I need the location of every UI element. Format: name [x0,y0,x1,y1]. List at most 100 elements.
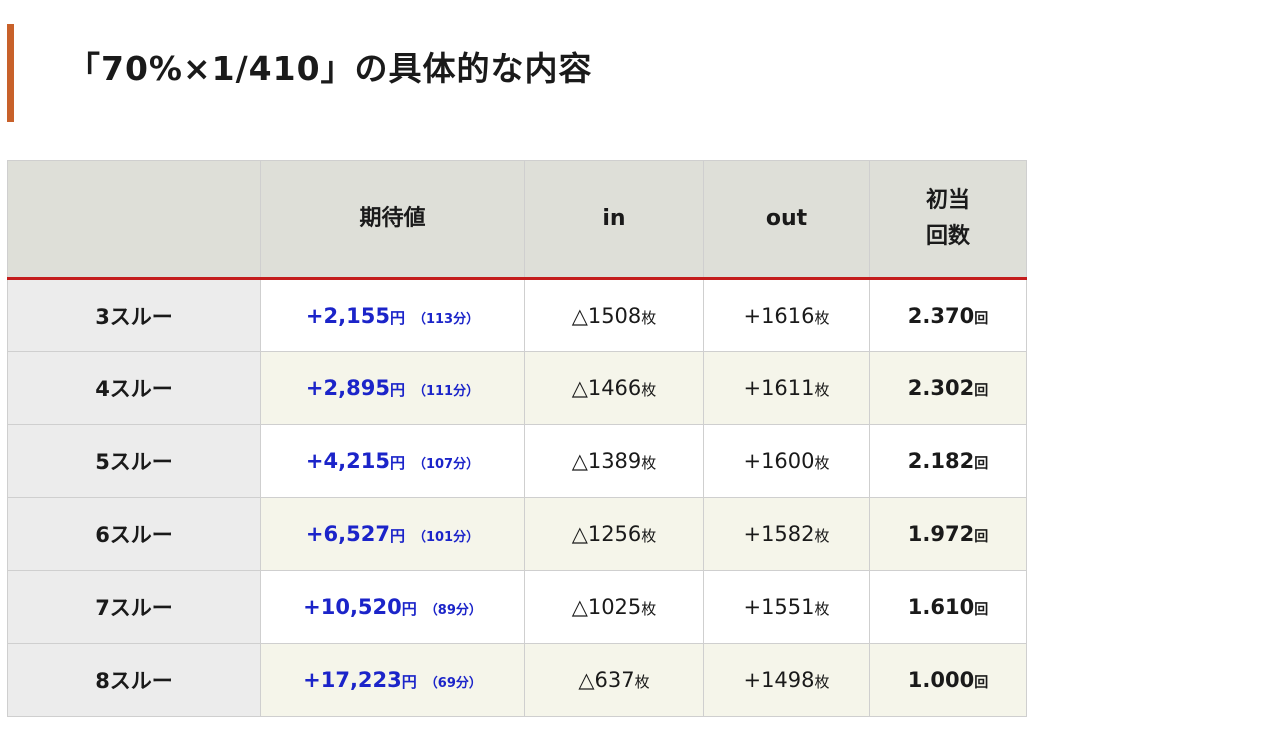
out-unit: 枚 [814,381,830,399]
section-heading: 「70%×1/410」の具体的な内容 [7,24,907,122]
expected-value: +2,155円 （113分） [306,304,479,328]
out-amount: +1600 [743,449,815,473]
row-label: 4スルー [7,351,261,425]
table-row: 5スルー +4,215円 （107分） △1389枚 +1600枚 2.182回 [7,424,1027,498]
hit-count-unit: 回 [974,602,989,618]
out-cell: +1616枚 [703,278,870,352]
hit-count-amount: 2.302 [907,376,975,400]
in-cell: △637枚 [524,643,704,717]
hit-count-cell: 2.182回 [869,424,1027,498]
hit-count-cell: 2.370回 [869,278,1027,352]
in-cell: △1256枚 [524,497,704,571]
hit-count-unit: 回 [974,383,989,399]
row-label: 3スルー [7,278,261,352]
expected-value: +17,223円 （69分） [303,668,482,692]
hit-count-value: 1.610回 [908,595,988,619]
header-hit-count: 初当 回数 [869,160,1027,280]
table-row: 7スルー +10,520円 （89分） △1025枚 +1551枚 1.610回 [7,570,1027,644]
expected-value: +4,215円 （107分） [306,449,479,473]
expected-value-amount: +10,520 [303,595,402,619]
expected-value-minutes: （111分） [412,384,480,399]
expected-value-unit: 円 [401,600,417,618]
expected-value-cell: +6,527円 （101分） [260,497,525,571]
row-label: 7スルー [7,570,261,644]
in-value: △1389枚 [572,449,657,473]
hit-count-unit: 回 [974,456,989,472]
expected-value-unit: 円 [389,454,405,472]
expected-value-unit: 円 [389,527,405,545]
expected-value-cell: +2,155円 （113分） [260,278,525,352]
page: 「70%×1/410」の具体的な内容 期待値 in out 初当 回数 3スルー… [0,0,1280,731]
hit-count-value: 2.182回 [908,449,988,473]
in-value: △637枚 [578,668,649,692]
out-cell: +1600枚 [703,424,870,498]
header-in: in [524,160,704,280]
in-unit: 枚 [634,673,650,691]
in-amount: △1256 [571,522,642,546]
in-value: △1256枚 [572,522,657,546]
expected-value-amount: +6,527 [305,522,390,546]
out-value: +1611枚 [743,376,829,400]
out-unit: 枚 [814,527,830,545]
expected-value-amount: +2,155 [305,303,390,328]
out-amount: +1582 [743,522,815,546]
in-amount: △1466 [571,376,642,400]
table-row: 8スルー +17,223円 （69分） △637枚 +1498枚 1.000回 [7,643,1027,717]
out-value: +1498枚 [743,668,829,692]
out-cell: +1611枚 [703,351,870,425]
expected-value: +6,527円 （101分） [306,522,479,546]
in-amount: △1025 [571,595,642,619]
in-amount: △1389 [571,449,642,473]
expected-value-unit: 円 [401,673,417,691]
in-value: △1025枚 [572,595,657,619]
hit-count-amount: 2.182 [907,449,975,473]
expected-value-cell: +2,895円 （111分） [260,351,525,425]
in-value: △1508枚 [572,304,657,328]
expected-value-minutes: （113分） [412,311,480,327]
hit-count-value: 1.000回 [908,668,988,692]
hit-count-unit: 回 [974,310,989,327]
row-label: 5スルー [7,424,261,498]
expected-value-unit: 円 [389,381,405,399]
hit-count-value: 2.302回 [908,376,988,400]
hit-count-amount: 1.972 [907,522,975,546]
in-unit: 枚 [641,308,657,327]
in-value: △1466枚 [572,376,657,400]
hit-count-value: 1.972回 [908,522,988,546]
expected-value: +10,520円 （89分） [303,595,482,619]
out-value: +1551枚 [743,595,829,619]
in-unit: 枚 [641,600,657,618]
section-title: 「70%×1/410」の具体的な内容 [67,49,593,88]
in-cell: △1508枚 [524,278,704,352]
expected-value-minutes: （101分） [412,530,480,545]
hit-count-cell: 1.972回 [869,497,1027,571]
hit-count-value: 2.370回 [908,304,988,328]
out-value: +1600枚 [743,449,829,473]
out-amount: +1551 [743,595,815,619]
out-cell: +1582枚 [703,497,870,571]
header-out: out [703,160,870,280]
table-row: 6スルー +6,527円 （101分） △1256枚 +1582枚 1.972回 [7,497,1027,571]
hit-count-unit: 回 [974,675,989,691]
hit-count-cell: 2.302回 [869,351,1027,425]
hit-count-amount: 1.000 [907,668,975,692]
expected-value: +2,895円 （111分） [306,376,479,400]
in-amount: △1508 [571,303,642,328]
header-label [7,160,261,280]
expected-value-amount: +17,223 [303,668,402,692]
hit-count-cell: 1.610回 [869,570,1027,644]
out-amount: +1611 [743,376,815,400]
hit-count-unit: 回 [974,529,989,545]
expected-value-amount: +4,215 [305,449,390,473]
out-unit: 枚 [814,454,830,472]
expected-value-cell: +4,215円 （107分） [260,424,525,498]
expected-value-cell: +17,223円 （69分） [260,643,525,717]
expected-value-unit: 円 [389,308,405,327]
in-cell: △1025枚 [524,570,704,644]
in-unit: 枚 [641,527,657,545]
out-amount: +1616 [743,303,815,328]
out-unit: 枚 [814,308,830,327]
expected-value-cell: +10,520円 （89分） [260,570,525,644]
header-hit-count-line2: 回数 [925,224,970,249]
in-unit: 枚 [641,381,657,399]
